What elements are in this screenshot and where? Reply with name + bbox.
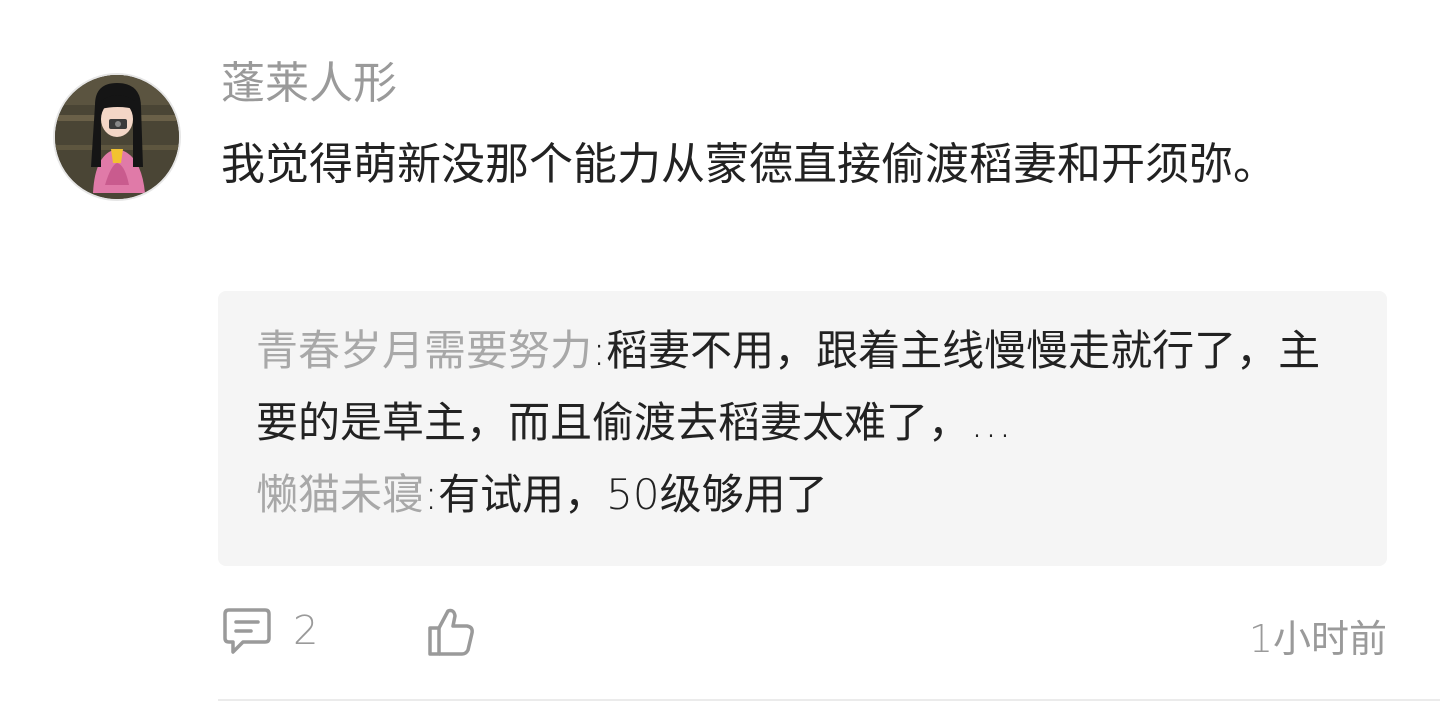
comment-text: 我觉得萌新没那个能力从蒙德直接偷渡稻妻和开须弥。 [221,139,1277,190]
reply-separator: : [592,326,607,375]
reply-item[interactable]: 懒猫未寝:有试用，50级够用了 [256,459,1347,531]
comment-author[interactable]: 蓬莱人形 [221,58,397,110]
reply-author[interactable]: 懒猫未寝 [256,470,424,519]
reply-item[interactable]: 青春岁月需要努力:稻妻不用，跟着主线慢慢走就行了，主要的是草主，而且偷渡去稻妻太… [256,315,1347,459]
reply-button[interactable]: 2 [221,606,318,656]
reply-author[interactable]: 青春岁月需要努力 [256,326,592,375]
like-button[interactable] [426,606,476,662]
thumbs-up-icon [428,608,474,656]
reply-text: 有试用，50级够用了 [438,470,828,519]
avatar[interactable] [53,73,181,201]
comment-timestamp: 1小时前 [1248,617,1387,661]
reply-preview-box[interactable]: 青春岁月需要努力:稻妻不用，跟着主线慢慢走就行了，主要的是草主，而且偷渡去稻妻太… [218,291,1387,566]
comment-item: 蓬莱人形 我觉得萌新没那个能力从蒙德直接偷渡稻妻和开须弥。 青春岁月需要努力:稻… [0,0,1440,717]
comment-bubble-icon [223,608,271,654]
avatar-image [55,75,179,199]
reply-separator: : [424,470,439,519]
divider [218,699,1440,701]
reply-count: 2 [293,608,319,654]
comment-actions: 2 1小时前 [221,600,1387,664]
